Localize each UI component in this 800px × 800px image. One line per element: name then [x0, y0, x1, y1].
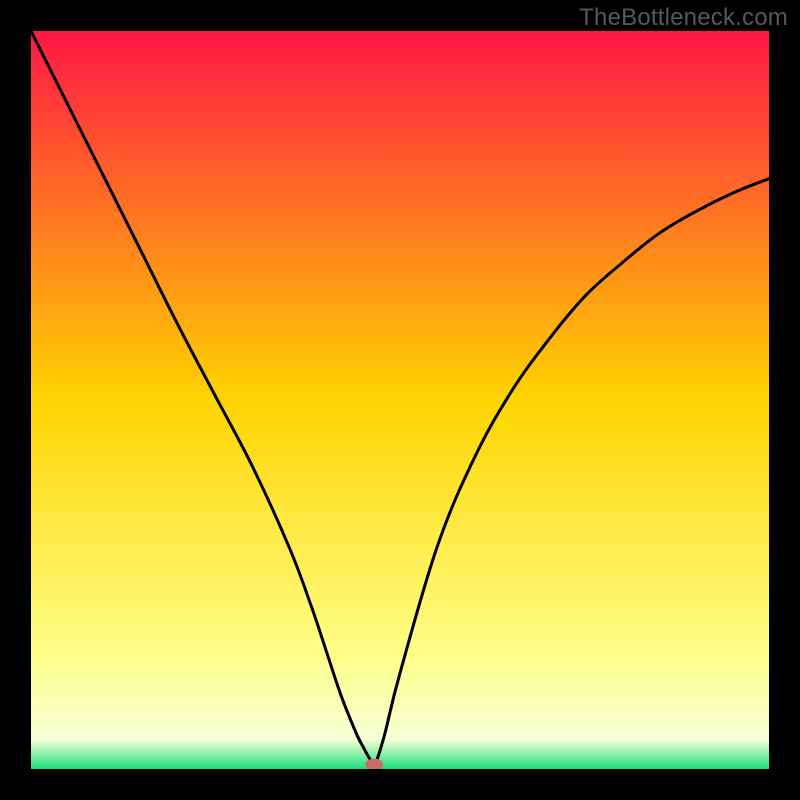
- chart-svg: [31, 31, 769, 769]
- gradient-background: [31, 31, 769, 769]
- bottleneck-chart: [31, 31, 769, 769]
- chart-container: TheBottleneck.com: [0, 0, 800, 800]
- watermark-text: TheBottleneck.com: [579, 4, 788, 32]
